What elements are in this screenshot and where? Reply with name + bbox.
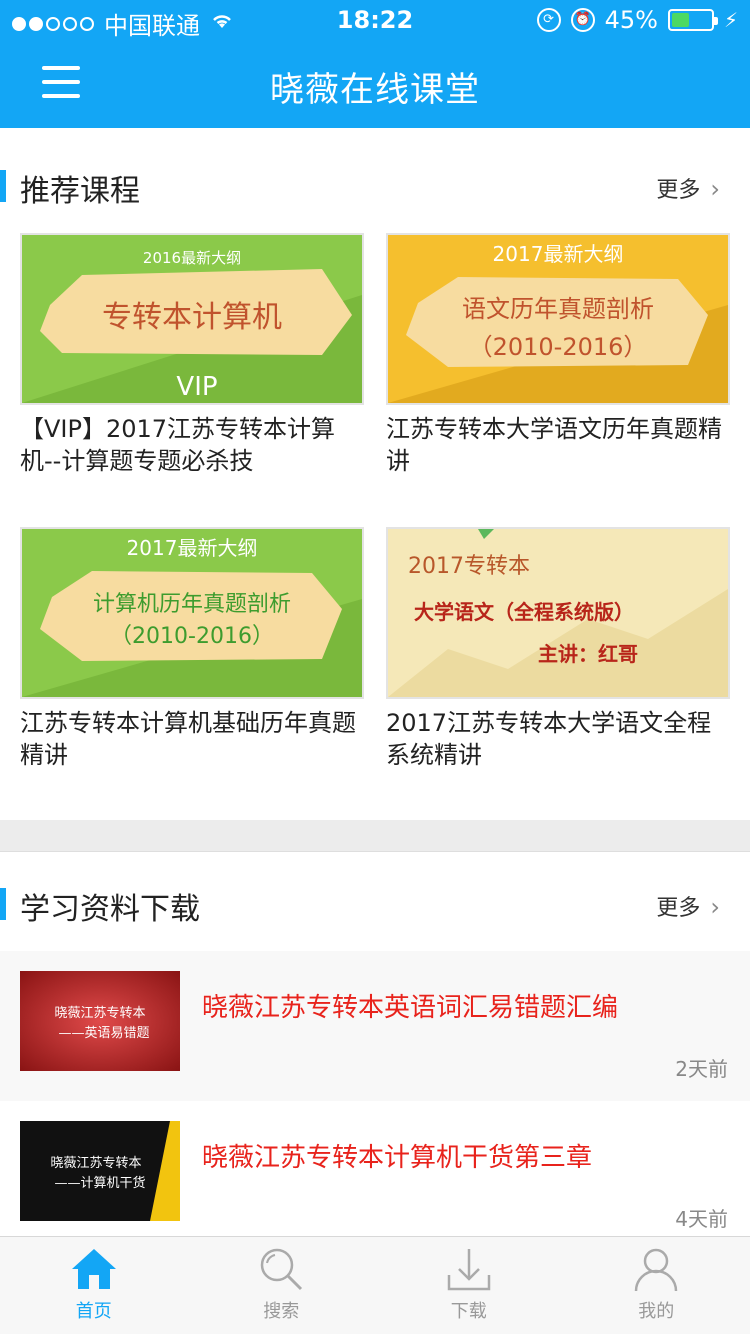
svg-text:（2010-2016）: （2010-2016） <box>469 333 648 361</box>
course-card[interactable]: 2017最新大纲 计算机历年真题剖析 （2010-2016） 江苏专转本计算机基… <box>20 527 364 771</box>
svg-text:语文历年真题剖析: 语文历年真题剖析 <box>462 295 654 323</box>
download-thumbnail: 晓薇江苏专转本 ——计算机干货 <box>20 1121 180 1221</box>
downloads-more-link[interactable]: 更多 › <box>656 890 720 922</box>
svg-text:2016最新大纲: 2016最新大纲 <box>143 249 241 267</box>
download-icon <box>445 1245 493 1293</box>
battery-icon <box>667 9 718 31</box>
course-thumbnail: 2016最新大纲 专转本计算机 VIP <box>20 233 364 405</box>
svg-text:VIP: VIP <box>176 372 217 402</box>
svg-text:主讲：红哥: 主讲：红哥 <box>538 642 638 666</box>
bottom-tab-bar: 首页 搜索 下载 我的 <box>0 1236 750 1334</box>
course-card[interactable]: 2016最新大纲 专转本计算机 VIP 【VIP】2017江苏专转本计算机--计… <box>20 233 364 477</box>
download-title: 晓薇江苏专转本计算机干货第三章 <box>202 1143 593 1173</box>
course-thumbnail: 2017最新大纲 语文历年真题剖析 （2010-2016） <box>386 233 730 405</box>
chevron-right-icon: › <box>710 893 720 921</box>
course-card[interactable]: 2017最新大纲 语文历年真题剖析 （2010-2016） 江苏专转本大学语文历… <box>386 233 730 477</box>
course-card[interactable]: 2017专转本 大学语文（全程系统版） 主讲：红哥 2017江苏专转本大学语文全… <box>386 527 730 771</box>
section-divider <box>0 820 750 852</box>
svg-text:——计算机干货: ——计算机干货 <box>54 1175 145 1191</box>
recommended-section-header: 推荐课程 更多 › <box>0 158 750 218</box>
svg-text:（2010-2016）: （2010-2016） <box>110 624 274 649</box>
download-title: 晓薇江苏专转本英语词汇易错题汇编 <box>202 993 619 1023</box>
tab-profile[interactable]: 我的 <box>563 1237 750 1334</box>
home-icon <box>70 1245 118 1293</box>
chevron-right-icon: › <box>710 175 720 203</box>
course-thumbnail: 2017专转本 大学语文（全程系统版） 主讲：红哥 <box>386 527 730 699</box>
download-thumbnail: 晓薇江苏专转本 ——英语易错题 <box>20 971 180 1071</box>
svg-text:2017最新大纲: 2017最新大纲 <box>127 536 258 560</box>
status-bar: 中国联通 18:22 ⟳ ⏰ 45% ⚡ <box>0 0 750 40</box>
svg-text:2017专转本: 2017专转本 <box>408 554 530 579</box>
page-title: 晓薇在线课堂 <box>270 70 480 110</box>
user-icon <box>632 1245 680 1293</box>
tab-home[interactable]: 首页 <box>0 1237 188 1334</box>
search-icon <box>257 1245 305 1293</box>
recommended-section-title: 推荐课程 <box>20 174 140 209</box>
download-item[interactable]: 晓薇江苏专转本 ——英语易错题 晓薇江苏专转本英语词汇易错题汇编 2天前 <box>0 951 750 1101</box>
course-title: 江苏专转本计算机基础历年真题精讲 <box>20 709 356 769</box>
download-item[interactable]: 晓薇江苏专转本 ——计算机干货 晓薇江苏专转本计算机干货第三章 4天前 <box>0 1101 750 1251</box>
top-bar: 中国联通 18:22 ⟳ ⏰ 45% ⚡ 晓薇在线课堂 <box>0 0 750 128</box>
svg-text:晓薇江苏专转本: 晓薇江苏专转本 <box>50 1155 141 1171</box>
tab-search[interactable]: 搜索 <box>188 1237 376 1334</box>
alarm-icon: ⏰ <box>570 8 595 32</box>
recommended-more-link[interactable]: 更多 › <box>656 172 720 204</box>
downloads-section-title: 学习资料下载 <box>20 892 200 927</box>
svg-text:计算机历年真题剖析: 计算机历年真题剖析 <box>93 592 291 617</box>
download-time: 2天前 <box>675 1057 728 1081</box>
battery-percent: 45% <box>604 6 658 34</box>
svg-text:2017最新大纲: 2017最新大纲 <box>493 242 624 266</box>
course-title: 江苏专转本大学语文历年真题精讲 <box>386 415 722 475</box>
downloads-section-header: 学习资料下载 更多 › <box>0 876 750 936</box>
course-title: 【VIP】2017江苏专转本计算机--计算题专题必杀技 <box>20 415 336 475</box>
charging-bolt-icon: ⚡ <box>723 8 738 32</box>
svg-text:专转本计算机: 专转本计算机 <box>102 300 282 335</box>
svg-text:——英语易错题: ——英语易错题 <box>58 1026 149 1041</box>
course-thumbnail: 2017最新大纲 计算机历年真题剖析 （2010-2016） <box>20 527 364 699</box>
course-title: 2017江苏专转本大学语文全程系统精讲 <box>386 709 712 769</box>
section-accent-bar <box>0 888 6 920</box>
section-accent-bar <box>0 170 6 202</box>
svg-text:晓薇江苏专转本: 晓薇江苏专转本 <box>54 1005 145 1021</box>
svg-text:大学语文（全程系统版）: 大学语文（全程系统版） <box>414 600 634 624</box>
tab-download[interactable]: 下载 <box>375 1237 563 1334</box>
download-time: 4天前 <box>675 1207 728 1231</box>
rotation-lock-icon: ⟳ <box>536 8 561 32</box>
